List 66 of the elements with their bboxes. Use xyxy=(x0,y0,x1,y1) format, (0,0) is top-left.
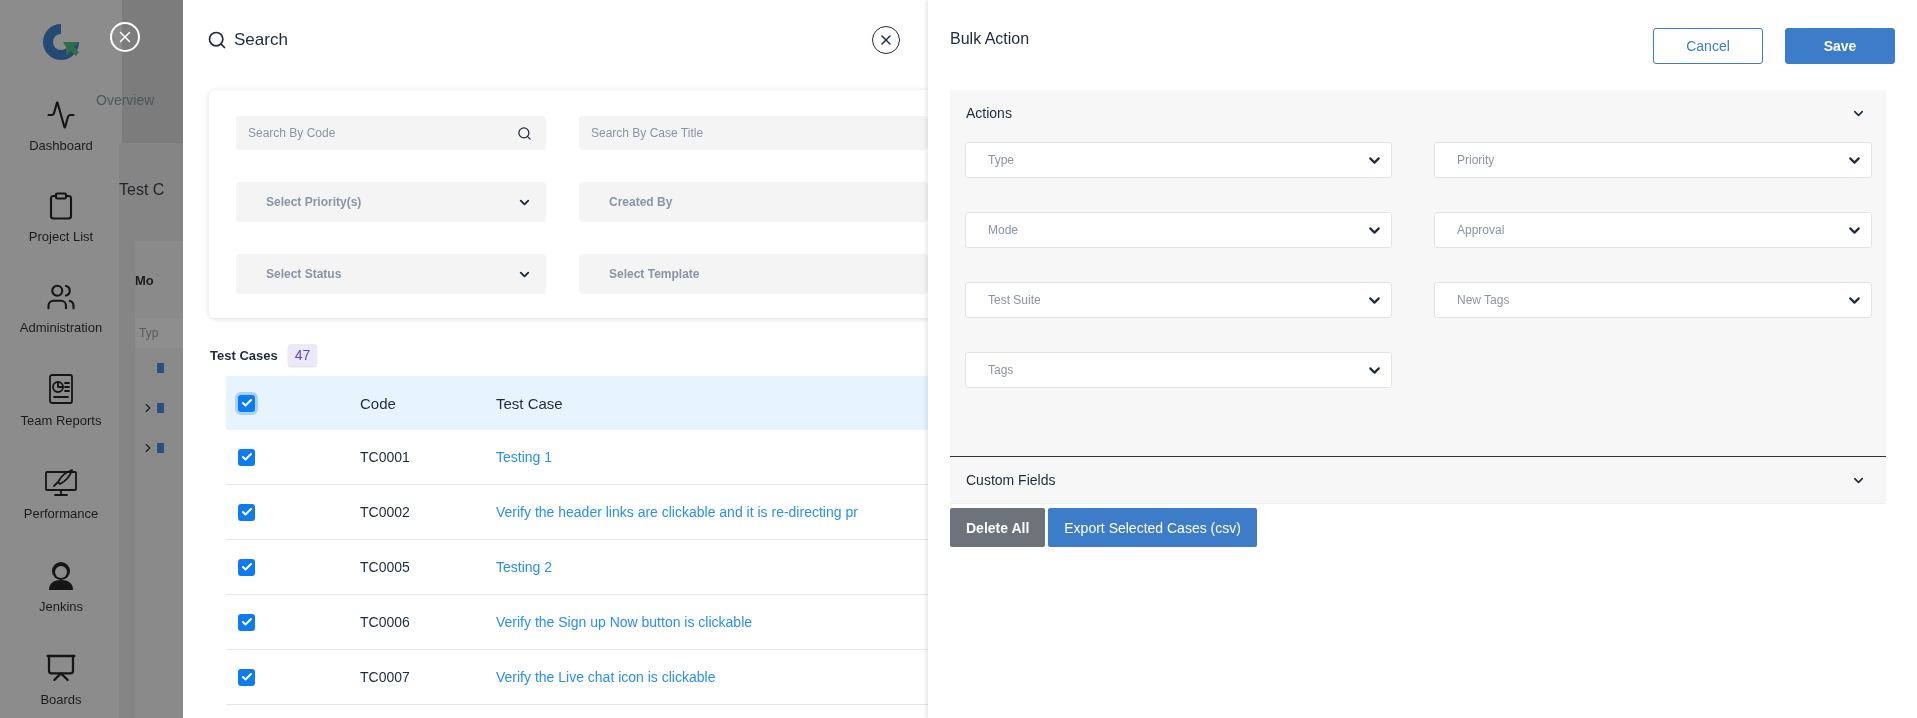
table-cell-text: TC0006 xyxy=(360,614,411,630)
table-cell-text: TC0007 xyxy=(360,669,411,685)
select-field[interactable]: Select Template xyxy=(579,254,928,294)
select-field[interactable]: Priority xyxy=(1434,142,1872,178)
sidebar-item[interactable]: Dashboard xyxy=(29,100,93,153)
select-field[interactable]: Type xyxy=(965,142,1392,178)
check-icon xyxy=(240,616,253,628)
select-field[interactable]: Mode xyxy=(965,212,1392,248)
panel-title: Bulk Action xyxy=(950,30,1030,48)
section-header[interactable]: Actions xyxy=(950,90,1886,136)
checkbox[interactable] xyxy=(238,503,255,521)
presentation-board-icon xyxy=(45,652,77,684)
select-field[interactable]: New Tags xyxy=(1434,282,1872,318)
checkbox[interactable] xyxy=(238,613,255,631)
select-field[interactable]: Test Suite xyxy=(965,282,1392,318)
test-case-link[interactable]: Testing 2 xyxy=(496,559,928,575)
test-case-link[interactable]: Verify the header links are clickable and it is re-directing pr xyxy=(496,504,928,520)
checkbox[interactable] xyxy=(238,394,255,412)
checkbox[interactable] xyxy=(238,668,255,686)
checkbox[interactable] xyxy=(238,448,255,466)
check-icon xyxy=(240,671,253,683)
search-icon xyxy=(207,30,227,50)
test-case-link[interactable]: Testing 1 xyxy=(496,449,928,465)
select-field[interactable]: Approval xyxy=(1434,212,1872,248)
close-button[interactable] xyxy=(872,26,900,54)
sidebar-item[interactable]: Administration xyxy=(19,282,103,335)
delete-button[interactable]: Delete All xyxy=(950,508,1046,547)
panel-title: Search xyxy=(234,30,288,50)
pulse-icon xyxy=(46,100,76,130)
users-icon xyxy=(46,282,76,312)
search-icon xyxy=(517,125,532,141)
sidebar-item[interactable]: Boards xyxy=(40,652,82,707)
logo-icon xyxy=(41,22,81,62)
export-button[interactable]: Export Selected Cases (csv) xyxy=(1048,508,1257,547)
sidebar-item[interactable]: Project List xyxy=(28,191,94,244)
cancel-button[interactable]: Cancel xyxy=(1653,28,1763,64)
list-title: Test Cases xyxy=(210,347,278,363)
count-badge: 47 xyxy=(287,344,318,366)
card-title: Test C xyxy=(119,181,166,199)
select-field[interactable]: Tags xyxy=(965,352,1392,388)
tab[interactable]: Overview xyxy=(96,92,183,108)
monitor-rocket-icon xyxy=(44,466,78,498)
section-header[interactable]: Custom Fields xyxy=(950,457,1886,503)
select-field[interactable]: Created By xyxy=(579,182,928,222)
input-field[interactable]: Search By Code xyxy=(236,116,546,150)
column-header: Test Case xyxy=(496,394,564,412)
check-icon xyxy=(240,561,253,573)
check-icon xyxy=(240,451,253,463)
check-icon xyxy=(240,397,253,409)
sidebar-item[interactable]: Team Reports xyxy=(20,373,102,428)
sidebar-item[interactable]: Jenkins xyxy=(38,559,84,614)
sidebar-item[interactable]: Performance xyxy=(23,466,99,521)
table-cell-text: TC0005 xyxy=(360,559,411,575)
check-icon xyxy=(240,506,253,518)
checkbox[interactable] xyxy=(238,558,255,576)
test-case-link[interactable]: Verify the Sign up Now button is clickable xyxy=(496,614,928,630)
table-cell-text: TC0001 xyxy=(360,449,411,465)
select-field[interactable]: Select Priority(s) xyxy=(236,182,546,222)
save-button[interactable]: Save xyxy=(1785,28,1895,64)
select-field[interactable]: Select Status xyxy=(236,254,546,294)
panel-heading: Mo xyxy=(135,273,155,288)
table-cell-text: TC0002 xyxy=(360,504,411,520)
column-header: Code xyxy=(360,394,397,412)
input-field[interactable]: Search By Case Title xyxy=(579,116,928,150)
test-case-link[interactable]: Verify the Live chat icon is clickable xyxy=(496,669,928,685)
report-icon xyxy=(46,373,76,405)
